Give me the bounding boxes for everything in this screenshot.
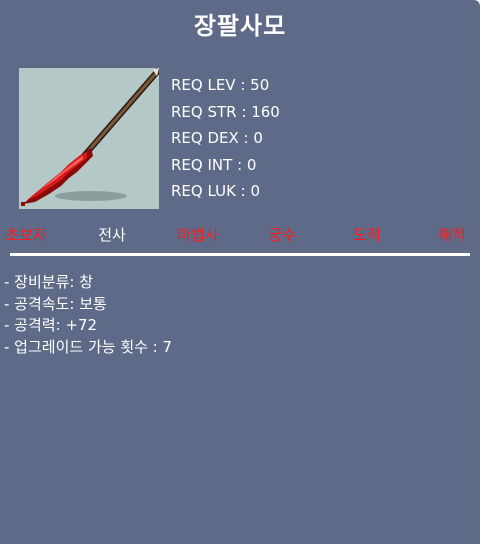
req-level: REQ LEV : 50 bbox=[171, 76, 270, 94]
stats-list: - 장비분류: 창 - 공격속도: 보통 - 공격력: +72 - 업그레이드 … bbox=[4, 272, 172, 358]
job-warrior: 전사 bbox=[98, 226, 126, 244]
job-beginner: 초보자 bbox=[5, 226, 47, 244]
item-image bbox=[19, 68, 159, 209]
req-luk: REQ LUK : 0 bbox=[171, 182, 261, 200]
requirements-list: REQ LEV : 50 REQ STR : 160 REQ DEX : 0 R… bbox=[171, 72, 280, 205]
job-magician: 마법사 bbox=[177, 226, 219, 244]
divider bbox=[10, 253, 470, 256]
req-dex: REQ DEX : 0 bbox=[171, 129, 263, 147]
job-list: 초보자 전사 마법사 궁수 도적 해적 bbox=[0, 224, 480, 248]
job-bowman: 궁수 bbox=[268, 226, 296, 244]
req-int: REQ INT : 0 bbox=[171, 155, 257, 174]
item-tooltip: 장팔사모 REQ LEV : 50 REQ STR : 160 REQ DEX … bbox=[0, 0, 480, 544]
job-thief: 도적 bbox=[353, 226, 381, 244]
stat-category: - 장비분류: 창 bbox=[4, 273, 94, 291]
stat-attack: - 공격력: +72 bbox=[4, 316, 98, 334]
item-name: 장팔사모 bbox=[193, 12, 287, 40]
stat-upgrades: - 업그레이드 가능 횟수 : 7 bbox=[4, 337, 173, 356]
spear-icon bbox=[21, 68, 159, 206]
job-pirate: 해적 bbox=[438, 226, 466, 244]
req-str: REQ STR : 160 bbox=[171, 102, 280, 121]
stat-attack-speed: - 공격속도: 보통 bbox=[4, 294, 107, 313]
